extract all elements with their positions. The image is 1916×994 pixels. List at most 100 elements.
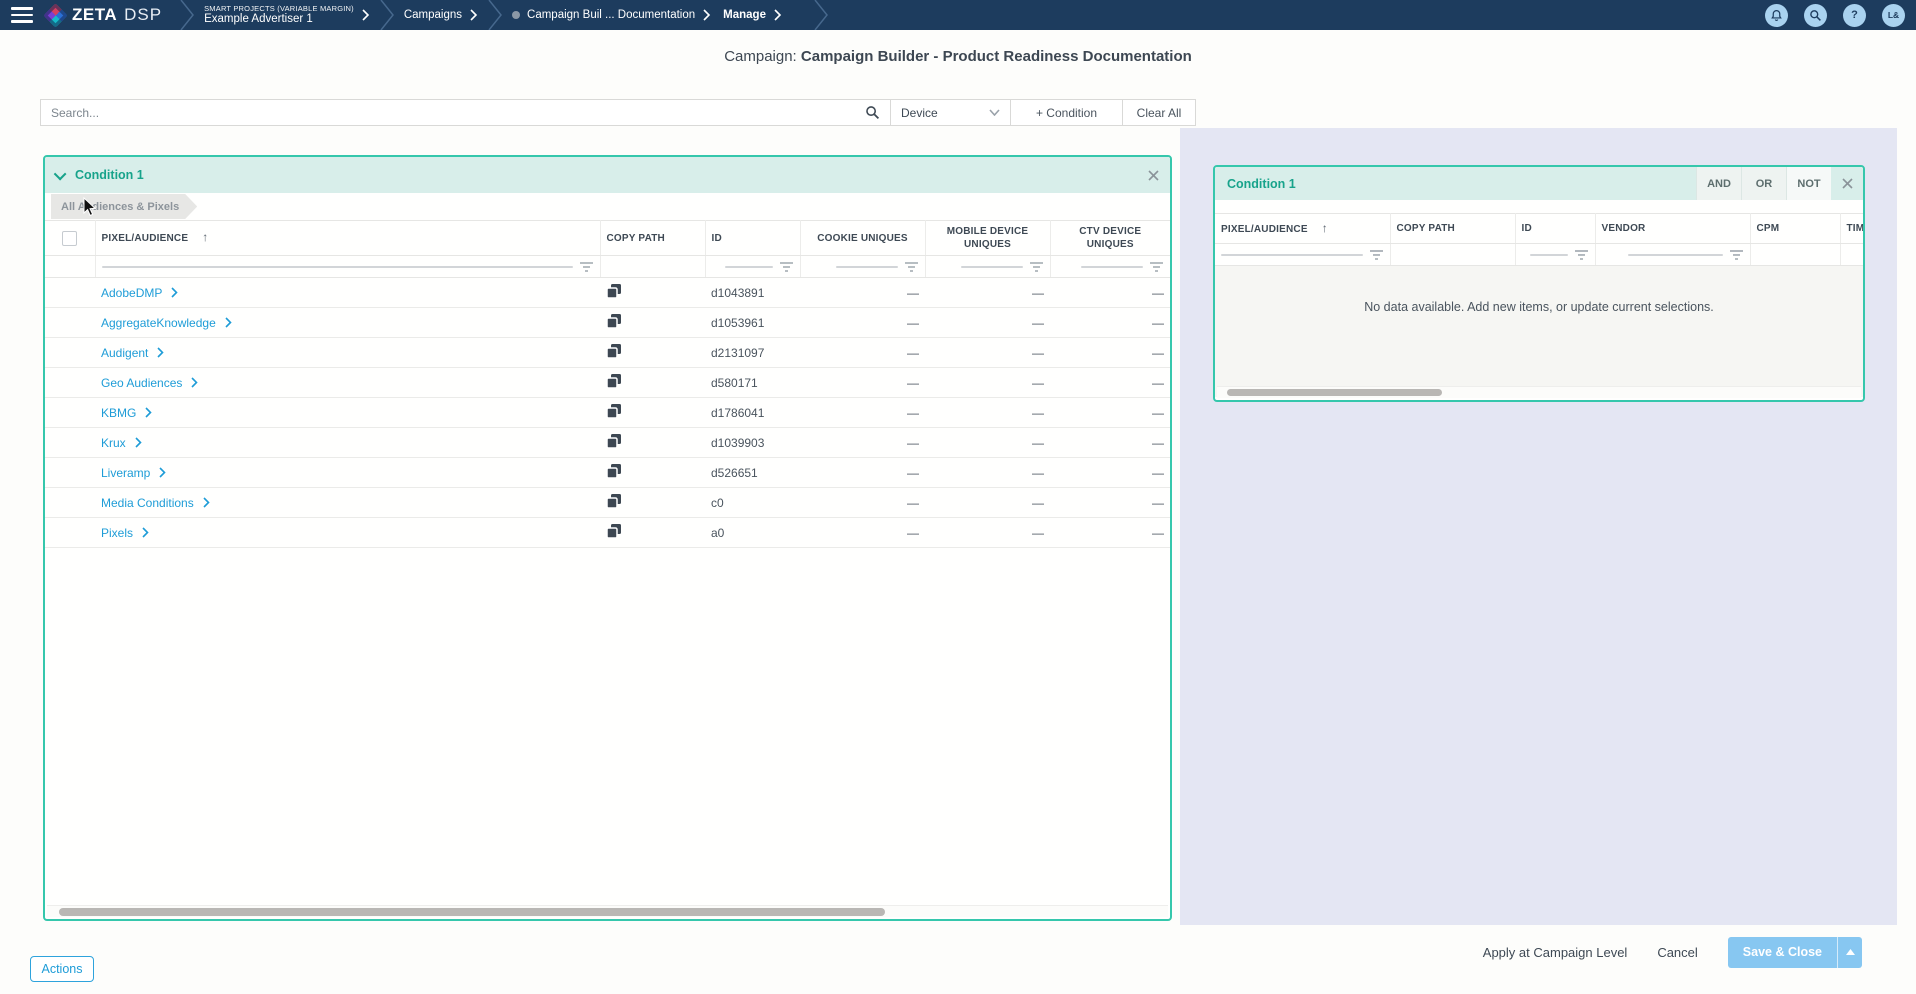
builder-col-cpm[interactable]: CPM [1750,213,1841,244]
builder-col-copy-path[interactable]: COPY PATH [1390,213,1516,244]
or-operator-button[interactable]: OR [1741,167,1786,200]
copy-path-icon[interactable] [606,463,622,482]
filter-funnel-icon[interactable] [1149,261,1164,273]
row-name-link[interactable]: AdobeDMP [101,286,179,300]
col-id[interactable]: ID [705,220,801,256]
filter-cookie-uniques[interactable] [800,255,926,278]
filter-funnel-icon[interactable] [779,261,794,273]
apply-campaign-level-button[interactable]: Apply at Campaign Level [1483,945,1628,960]
add-condition-label: + Condition [1035,105,1098,120]
row-name-link[interactable]: Krux [101,436,142,450]
chevron-right-icon [362,9,369,21]
row-name-link[interactable]: Audigent [101,346,165,360]
row-ctv-uniques: — [1050,307,1170,338]
chevron-right-icon [774,9,782,21]
builder-col-vendor[interactable]: VENDOR [1595,213,1751,244]
row-id: d580171 [705,367,800,398]
help-button[interactable]: ? [1843,3,1866,27]
hamburger-menu-icon[interactable] [11,7,33,23]
col-ctv-uniques[interactable]: CTV DEVICE UNIQUES [1050,220,1170,256]
row-name-link[interactable]: AggregateKnowledge [101,316,232,330]
actions-button[interactable]: Actions [30,956,94,982]
row-name-label: Media Conditions [101,495,194,510]
audience-path-tabs: All Audiences & Pixels [45,193,1170,220]
row-name-link[interactable]: KBMG [101,406,152,420]
row-ctv-uniques: — [1050,277,1170,308]
copy-path-icon[interactable] [606,283,622,302]
filter-funnel-icon[interactable] [1369,249,1384,261]
global-search-button[interactable] [1804,3,1827,27]
breadcrumb-manage[interactable]: Manage [717,9,788,21]
copy-path-icon[interactable] [606,523,622,542]
scrollbar-thumb[interactable] [59,908,885,916]
builder-scrollbar-thumb[interactable] [1227,389,1442,396]
col-cookie-uniques[interactable]: COOKIE UNIQUES [800,220,926,256]
row-cookie-uniques: — [800,427,925,458]
device-dropdown[interactable]: Device [890,99,1011,126]
user-avatar[interactable]: L& [1882,3,1905,27]
filter-copy-path [600,255,706,278]
save-options-caret-button[interactable] [1837,936,1862,968]
copy-path-icon[interactable] [606,433,622,452]
row-name-label: Krux [101,435,126,450]
breadcrumb-advertiser[interactable]: SMART PROJECTS (VARIABLE MARGIN) Example… [198,4,376,26]
row-ctv-uniques: — [1050,337,1170,368]
builder-filter-vendor[interactable] [1595,243,1751,266]
filter-funnel-icon[interactable] [904,261,919,273]
filter-mobile-uniques[interactable] [925,255,1051,278]
row-name-link[interactable]: Pixels [101,526,149,540]
builder-col-cpm-label: CPM [1756,223,1780,234]
col-copy-path[interactable]: COPY PATH [600,220,706,256]
add-condition-button[interactable]: + Condition [1010,99,1123,126]
close-builder-button[interactable] [1831,167,1863,200]
filter-funnel-icon[interactable] [1574,249,1589,261]
row-name-link[interactable]: Liveramp [101,466,166,480]
row-name-link[interactable]: Media Conditions [101,496,210,510]
cancel-button[interactable]: Cancel [1657,945,1697,960]
search-icon[interactable] [865,105,880,120]
filter-funnel-icon[interactable] [1029,261,1044,273]
col-mobile-uniques[interactable]: MOBILE DEVICE UNIQUES [925,220,1051,256]
filter-funnel-icon[interactable] [1729,249,1744,261]
copy-path-icon[interactable] [606,403,622,422]
row-ctv-uniques: — [1050,367,1170,398]
collapse-chevron-icon[interactable] [53,167,67,180]
builder-filter-pixel-audience[interactable] [1215,243,1391,266]
builder-col-pixel-audience[interactable]: PIXEL/AUDIENCE ↑ [1215,213,1391,244]
copy-path-icon[interactable] [606,493,622,512]
filter-id[interactable] [705,255,801,278]
breadcrumb-campaigns[interactable]: Campaigns [398,9,484,21]
save-close-split-button: Save & Close [1727,936,1862,968]
builder-header-gap [1215,200,1863,213]
filter-pixel-audience[interactable] [95,255,601,278]
zeta-dsp-logo[interactable]: ZETA DSP [43,2,162,28]
copy-path-icon[interactable] [606,313,622,332]
not-operator-button[interactable]: NOT [1786,167,1831,200]
chevron-down-icon [989,109,1000,116]
and-operator-button[interactable]: AND [1696,167,1741,200]
tab-all-audiences-pixels[interactable]: All Audiences & Pixels [51,194,197,219]
copy-path-icon[interactable] [606,343,622,362]
builder-filter-id[interactable] [1515,243,1596,266]
zeta-diamond-icon [43,2,68,28]
avatar-initials: L& [1887,10,1900,20]
row-copy-path-cell [600,337,705,368]
close-condition-button[interactable] [1136,157,1170,193]
builder-col-id[interactable]: ID [1515,213,1596,244]
breadcrumb-campaign-builder[interactable]: Campaign Buil ... Documentation [506,9,717,21]
filter-ctv-uniques[interactable] [1050,255,1170,278]
clear-all-button[interactable]: Clear All [1122,99,1196,126]
condition-1-header: Condition 1 [45,157,1170,193]
table-row: Pixels a0 — — — [45,517,1170,548]
save-close-button[interactable]: Save & Close [1728,937,1837,968]
builder-col-time[interactable]: TIM [1840,213,1863,244]
copy-path-icon[interactable] [606,373,622,392]
row-id: d2131097 [705,337,800,368]
row-name-link[interactable]: Geo Audiences [101,376,199,390]
col-pixel-audience[interactable]: PIXEL/AUDIENCE ↑ [95,220,601,256]
filter-funnel-icon[interactable] [579,261,594,273]
search-input[interactable] [51,105,841,120]
notifications-button[interactable] [1765,3,1788,27]
select-all-checkbox[interactable] [62,230,78,246]
page-title-prefix: Campaign: [724,48,797,65]
